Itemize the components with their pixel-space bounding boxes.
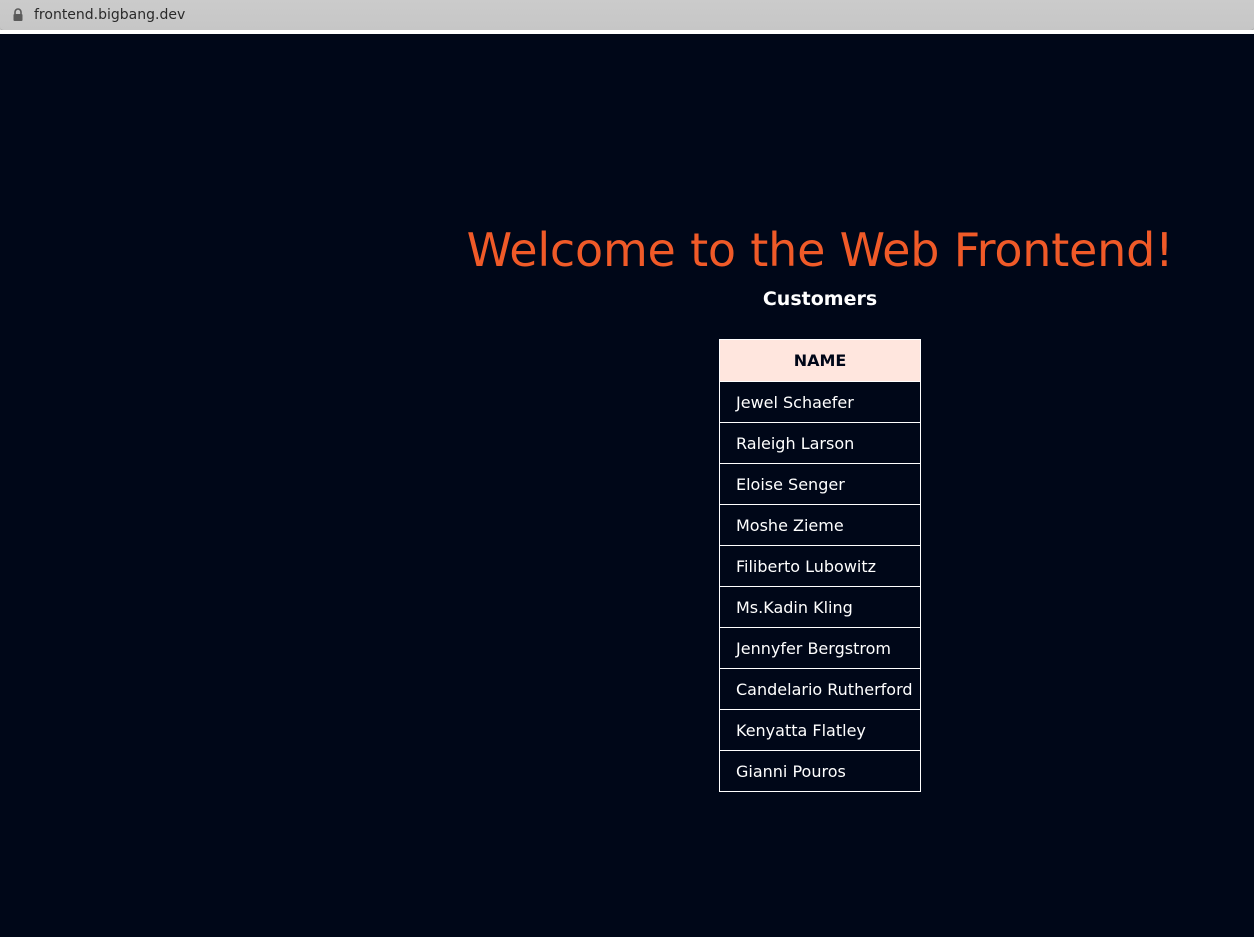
url-text[interactable]: frontend.bigbang.dev [34, 6, 185, 24]
customer-name-cell: Candelario Rutherford [719, 668, 921, 710]
table-row: Kenyatta Flatley [719, 709, 921, 751]
customer-name-cell: Kenyatta Flatley [719, 709, 921, 751]
table-row: Eloise Senger [719, 463, 921, 505]
viewport-top-border [0, 30, 1254, 34]
table-row: Gianni Pouros [719, 750, 921, 792]
customer-name-cell: Moshe Zieme [719, 504, 921, 546]
customer-name-cell: Jewel Schaefer [719, 381, 921, 423]
table-row: Moshe Zieme [719, 504, 921, 546]
table-row: Jennyfer Bergstrom [719, 627, 921, 669]
url-field[interactable]: frontend.bigbang.dev [0, 0, 1254, 31]
customer-name-cell: Ms.Kadin Kling [719, 586, 921, 628]
table-row: Candelario Rutherford [719, 668, 921, 710]
customers-table: NAME Jewel Schaefer Raleigh Larson Elois… [719, 339, 921, 792]
page-title: Welcome to the Web Frontend! [466, 223, 1174, 277]
table-row: Filiberto Lubowitz [719, 545, 921, 587]
customer-name-cell: Gianni Pouros [719, 750, 921, 792]
customer-name-cell: Jennyfer Bergstrom [719, 627, 921, 669]
customer-name-cell: Filiberto Lubowitz [719, 545, 921, 587]
customers-heading: Customers [762, 288, 878, 310]
table-row: Ms.Kadin Kling [719, 586, 921, 628]
lock-icon[interactable] [12, 8, 24, 22]
customer-name-cell: Eloise Senger [719, 463, 921, 505]
browser-address-bar: frontend.bigbang.dev [0, 0, 1254, 31]
table-row: Raleigh Larson [719, 422, 921, 464]
name-column-header: NAME [719, 339, 921, 382]
table-row: Jewel Schaefer [719, 381, 921, 423]
customer-name-cell: Raleigh Larson [719, 422, 921, 464]
table-header-row: NAME [719, 339, 921, 382]
